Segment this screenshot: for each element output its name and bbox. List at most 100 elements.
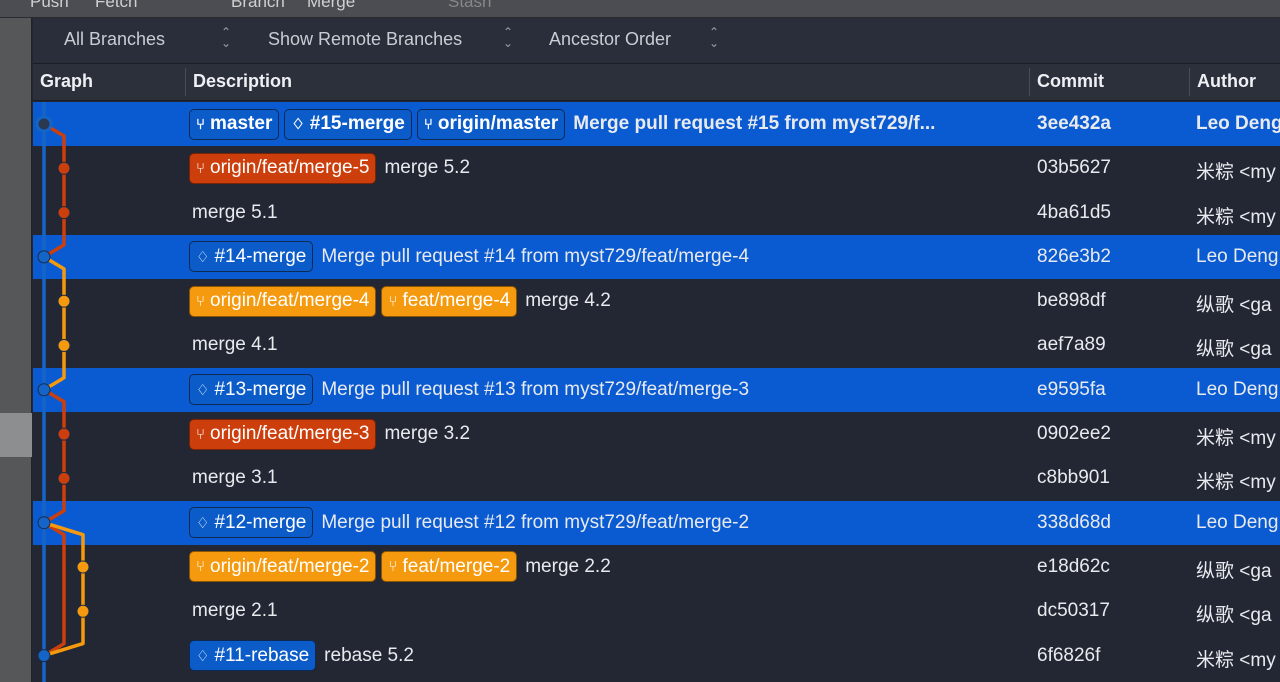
commit-author: Leo Deng <box>1196 378 1279 400</box>
chevron-updown-icon[interactable]: ⌃ ⌄ <box>709 26 719 49</box>
branch-badge[interactable]: ⑂ feat/merge-4 <box>381 285 518 317</box>
commit-author: 纵歌 <ga <box>1196 605 1272 627</box>
commit-message: Merge pull request #14 from myst729/feat… <box>321 245 750 267</box>
commit-row[interactable]: merge 2.1 dc50317 纵歌 <ga <box>33 589 1280 633</box>
commit-row[interactable]: ♢ #14-merge Merge pull request #14 from my… <box>33 234 1280 280</box>
commit-description: ♢ #12-merge Merge pull request #12 from my… <box>189 507 1029 539</box>
commit-author: Leo Deng <box>1196 113 1280 134</box>
branch-badge[interactable]: ⑂ feat/merge-2 <box>381 551 518 583</box>
commit-description: ⑂ origin/feat/merge-3 merge 3.2 <box>189 418 1029 450</box>
commit-hash: 4ba61d5 <box>1037 201 1111 223</box>
commit-author: 纵歌 <ga <box>1196 560 1272 582</box>
badge-label: feat/merge-2 <box>402 555 511 577</box>
branch-icon: ⑂ <box>196 115 206 133</box>
commit-row[interactable]: ⑂ origin/feat/merge-3 merge 3.2 0902ee2 米粽 <… <box>33 412 1280 456</box>
commit-row[interactable]: ⑂ origin/feat/merge-4 ⑂ feat/merge-4 merge 4… <box>33 279 1280 323</box>
commit-row[interactable]: merge 5.1 4ba61d5 米粽 <my <box>33 191 1280 235</box>
badge-label: #15-merge <box>309 113 405 134</box>
chevron-updown-icon[interactable]: ⌃ ⌄ <box>503 26 513 49</box>
order-select[interactable]: Ancestor Order <box>549 29 671 50</box>
commit-row[interactable]: ♢ #13-merge Merge pull request #13 from my… <box>33 367 1280 413</box>
commit-row[interactable]: merge 3.1 c8bb901 米粽 <my <box>33 456 1280 500</box>
branch-badge[interactable]: ⑂ origin/feat/merge-5 <box>189 152 377 184</box>
column-divider[interactable] <box>185 68 186 96</box>
tag-badge[interactable]: ♢ #12-merge <box>189 507 314 539</box>
header-commit[interactable]: Commit <box>1037 71 1104 92</box>
commit-description: ⑂ origin/feat/merge-4 ⑂ feat/merge-4 merge 4… <box>189 285 1029 317</box>
commit-hash: e9595fa <box>1037 378 1106 400</box>
badge-label: #13-merge <box>214 378 307 400</box>
commit-message: merge 5.2 <box>384 157 471 179</box>
branch-badge[interactable]: ⑂ origin/feat/merge-2 <box>189 551 377 583</box>
commit-description: ⑂ origin/feat/merge-5 merge 5.2 <box>189 152 1029 184</box>
commit-row[interactable]: ♢ #12-merge Merge pull request #12 from my… <box>33 500 1280 545</box>
branch-button[interactable]: Branch <box>231 0 285 12</box>
tag-icon: ♢ <box>196 647 210 665</box>
filter-bar: All Branches ⌃ ⌄ Show Remote Branches ⌃ ⌄ … <box>33 18 1280 64</box>
commit-row[interactable]: ♢ #11-rebase rebase 5.2 6f6826f 米粽 <my <box>33 634 1280 678</box>
stash-button[interactable]: Stash <box>448 0 491 12</box>
tag-badge[interactable]: ♢ #15-merge <box>284 108 412 140</box>
header-description[interactable]: Description <box>193 71 292 92</box>
commit-author: 米粽 <my <box>1196 649 1276 671</box>
commit-hash: e18d62c <box>1037 555 1110 577</box>
badge-label: #14-merge <box>214 245 307 267</box>
commit-description: merge 5.1 <box>189 197 1029 229</box>
commit-row[interactable]: ⑂ origin/feat/merge-2 ⑂ feat/merge-2 merge 2… <box>33 545 1280 589</box>
badge-label: #11-rebase <box>214 644 310 666</box>
header-author[interactable]: Author <box>1197 71 1256 92</box>
fetch-button[interactable]: Fetch <box>95 0 138 12</box>
tag-badge[interactable]: ♢ #14-merge <box>189 241 314 273</box>
commit-hash: 03b5627 <box>1037 157 1111 179</box>
commit-message: merge 3.2 <box>384 423 471 445</box>
commit-description: ♢ #14-merge Merge pull request #14 from my… <box>189 241 1029 273</box>
branches-select[interactable]: All Branches <box>64 29 165 50</box>
header-graph[interactable]: Graph <box>40 71 93 92</box>
branches-select-label: All Branches <box>64 29 166 49</box>
sidebar-selected-item[interactable] <box>0 413 32 457</box>
tag-icon: ♢ <box>196 381 210 399</box>
commit-hash: c8bb901 <box>1037 467 1110 489</box>
badge-label: origin/feat/merge-4 <box>210 290 370 312</box>
commit-author: 纵歌 <ga <box>1196 339 1272 361</box>
branch-badge[interactable]: ⑂ master <box>189 108 280 140</box>
remote-select-label: Show Remote Branches <box>268 29 463 49</box>
branch-icon: ⑂ <box>196 558 206 576</box>
commit-row[interactable]: ⑂ origin/feat/merge-5 merge 5.2 03b5627 米粽 <… <box>33 146 1280 190</box>
commit-description: merge 3.1 <box>189 462 1029 494</box>
commit-row[interactable]: merge 4.1 aef7a89 纵歌 <ga <box>33 323 1280 367</box>
commit-message: Merge pull request #13 from myst729/feat… <box>321 378 750 400</box>
column-divider[interactable] <box>1029 68 1030 96</box>
tag-badge[interactable]: ♢ #13-merge <box>189 374 314 406</box>
column-divider[interactable] <box>1189 68 1190 96</box>
remote-branches-select[interactable]: Show Remote Branches <box>268 29 462 50</box>
chevron-updown-icon[interactable]: ⌃ ⌄ <box>221 26 231 49</box>
commit-message: merge 4.2 <box>525 290 611 312</box>
badge-label: origin/feat/merge-2 <box>210 555 370 577</box>
merge-button[interactable]: Merge <box>307 0 355 12</box>
tag-badge[interactable]: ♢ #11-rebase <box>189 640 317 672</box>
commit-description: ⑂ master ♢ #15-merge ⑂ origin/master Merge pul… <box>189 108 1029 140</box>
branch-icon: ⑂ <box>388 558 398 576</box>
main-toolbar: Push Fetch Branch Merge Stash <box>0 0 1280 18</box>
commit-message: merge 5.1 <box>192 201 278 223</box>
commit-description: merge 4.1 <box>189 329 1029 361</box>
commit-row[interactable]: ⑂ master ♢ #15-merge ⑂ origin/master Merge pul… <box>33 102 1280 147</box>
commit-author: 米粽 <my <box>1196 428 1276 450</box>
branch-badge[interactable]: ⑂ origin/feat/merge-3 <box>189 418 377 450</box>
commit-author: 纵歌 <ga <box>1196 295 1272 317</box>
commit-author: 米粽 <my <box>1196 162 1276 184</box>
commit-hash: 826e3b2 <box>1037 245 1111 267</box>
branch-badge[interactable]: ⑂ origin/master <box>416 108 566 140</box>
commit-hash: 0902ee2 <box>1037 423 1111 445</box>
branch-badge[interactable]: ⑂ origin/feat/merge-4 <box>189 285 377 317</box>
push-button[interactable]: Push <box>30 0 69 12</box>
commit-author: Leo Deng <box>1196 511 1279 533</box>
commit-hash: 6f6826f <box>1037 644 1101 666</box>
branch-icon: ⑂ <box>423 115 433 133</box>
tag-icon: ♢ <box>196 514 210 532</box>
commit-description: merge 2.1 <box>189 595 1029 627</box>
badge-label: origin/master <box>437 113 559 134</box>
commit-message: merge 2.2 <box>525 555 611 577</box>
commit-description: ♢ #11-rebase rebase 5.2 <box>189 640 1029 672</box>
